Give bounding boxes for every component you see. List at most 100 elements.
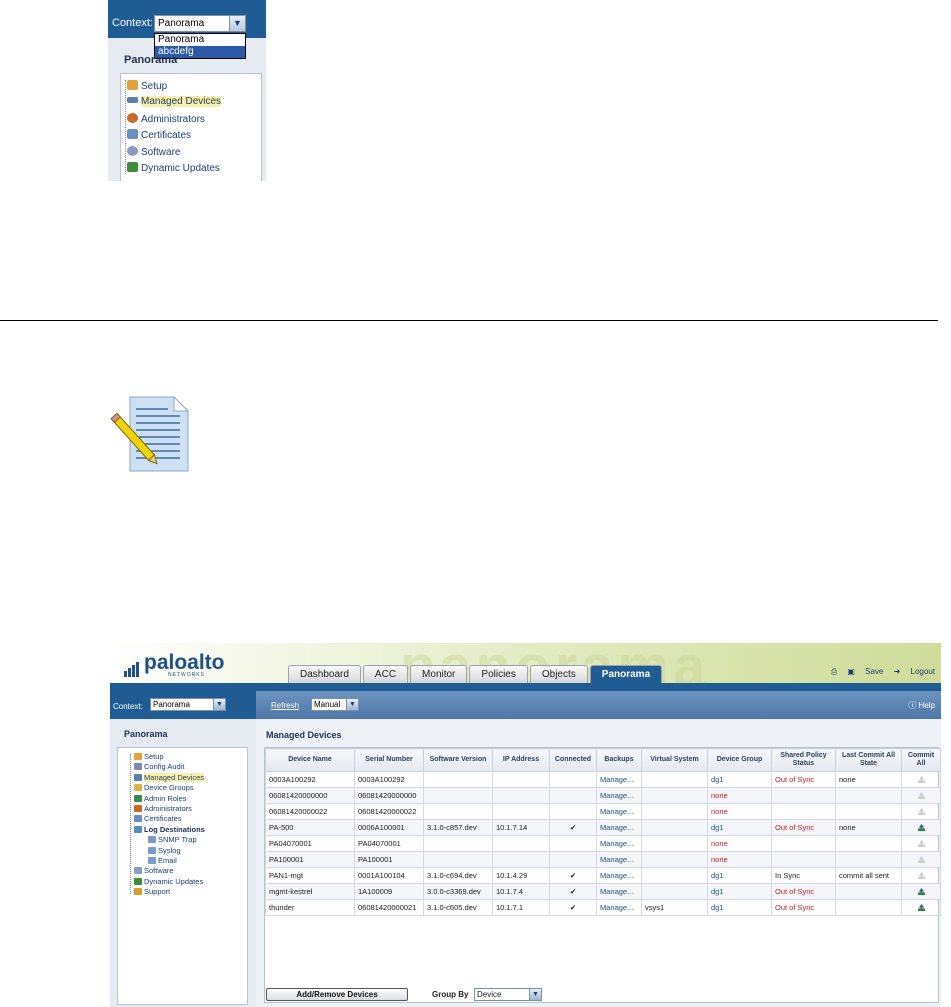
sidebar-item-setup[interactable]: Setup — [134, 752, 164, 761]
commit-all-icon[interactable] — [901, 899, 941, 916]
column-header[interactable]: Software Version — [423, 748, 493, 772]
commit-all-icon[interactable] — [901, 835, 941, 852]
table-cell[interactable]: none — [707, 851, 772, 868]
table-row[interactable]: 06081420000000 06081420000000 Manage... non… — [265, 787, 941, 804]
table-row[interactable]: PA100001 PA100001 Manage... none — [265, 851, 941, 868]
sidebar-item-software[interactable]: Software — [134, 866, 174, 875]
sidebar-item-admin-roles[interactable]: Admin Roles — [134, 794, 187, 803]
tab-acc[interactable]: ACC — [362, 665, 409, 683]
chevron-down-icon[interactable]: ▼ — [529, 989, 541, 1000]
table-row[interactable]: PA04070001 PA04070001 Manage... none — [265, 835, 941, 852]
dropdown-option[interactable]: Panorama — [155, 34, 245, 46]
refresh-mode-select[interactable]: Manual ▼ — [311, 698, 359, 711]
column-header[interactable]: Virtual System — [641, 748, 708, 772]
sidebar-item-managed-devices[interactable]: Managed Devices — [134, 772, 205, 782]
table-row[interactable]: 06081420000022 06081420000022 Manage... non… — [265, 803, 941, 820]
tab-objects[interactable]: Objects — [529, 665, 588, 683]
sidebar-item-config-audit[interactable]: Config Audit — [134, 762, 184, 771]
sidebar-item-log-destinations[interactable]: Log Destinations — [134, 825, 205, 834]
tab-panorama[interactable]: Panorama — [589, 665, 663, 683]
commit-all-icon[interactable] — [901, 787, 941, 804]
column-header[interactable]: Commit All — [901, 748, 941, 772]
table-cell[interactable]: dg1 — [707, 883, 772, 900]
sidebar-item-software[interactable]: Software — [127, 146, 180, 158]
commit-icon[interactable] — [917, 824, 926, 832]
commit-icon[interactable] — [917, 904, 926, 912]
sidebar-item-managed-devices[interactable]: Managed Devices — [127, 96, 222, 107]
table-cell — [835, 883, 902, 900]
column-header[interactable]: Last Commit All State — [835, 748, 902, 772]
print-icon[interactable]: ⎙ — [831, 667, 837, 676]
table-row[interactable]: 0003A100292 0003A100292 Manage... dg1 Out of… — [265, 771, 941, 788]
sidebar-item-dynamic-updates[interactable]: Dynamic Updates — [127, 162, 220, 174]
table-row[interactable]: thunder 06081420000021 3.1.0-c605.dev 10.1.… — [265, 899, 941, 916]
save-button[interactable]: ▣ Save — [847, 667, 883, 676]
column-header[interactable]: Shared Policy Status — [771, 748, 836, 772]
table-cell[interactable]: Manage... — [596, 835, 642, 852]
commit-icon[interactable] — [917, 888, 926, 896]
table-cell[interactable]: none — [707, 803, 772, 820]
table-cell[interactable]: dg1 — [707, 867, 772, 884]
column-header[interactable]: Connected — [549, 748, 597, 772]
commit-icon[interactable] — [917, 872, 926, 880]
commit-icon[interactable] — [917, 808, 926, 816]
table-cell[interactable]: Manage... — [596, 851, 642, 868]
column-header[interactable]: Device Group — [707, 748, 772, 772]
sidebar-item-snmp-trap[interactable]: SNMP Trap — [148, 835, 197, 844]
table-cell[interactable]: Manage... — [596, 803, 642, 820]
table-cell[interactable]: dg1 — [707, 771, 772, 788]
logout-button[interactable]: ➜ Logout — [894, 667, 935, 676]
group-by-select[interactable]: Device ▼ — [474, 988, 542, 1001]
tab-monitor[interactable]: Monitor — [410, 665, 468, 683]
commit-all-icon[interactable] — [901, 803, 941, 820]
table-cell[interactable]: Manage... — [596, 819, 642, 836]
table-row[interactable]: PA-500 0006A100001 3.1.0-c857.dev 10.1.7.14… — [265, 819, 941, 836]
table-cell[interactable]: dg1 — [707, 819, 772, 836]
commit-icon[interactable] — [917, 792, 926, 800]
chevron-down-icon[interactable]: ▼ — [213, 699, 225, 710]
context-select[interactable]: Panorama ▼ — [154, 15, 246, 32]
table-cell[interactable]: Manage... — [596, 899, 642, 916]
table-cell[interactable]: Manage... — [596, 787, 642, 804]
column-header[interactable]: Backups — [596, 748, 642, 772]
table-row[interactable]: PAN1-mgt 0001A100104 3.1.0-c694.dev 10.1.4.… — [265, 867, 941, 884]
main-tabs: Dashboard ACC Monitor Policies Objects Panora… — [288, 665, 664, 683]
table-row[interactable]: mgmt-kestrel 1A100009 3.0.0-c3369.dev 10.1.… — [265, 883, 941, 900]
table-cell[interactable]: dg1 — [707, 899, 772, 916]
chevron-down-icon[interactable]: ▼ — [346, 699, 358, 710]
sidebar-item-administrators[interactable]: Administrators — [134, 804, 192, 813]
help-button[interactable]: ⓘ Help — [908, 700, 935, 711]
logo-bars-icon — [124, 653, 140, 677]
commit-all-icon[interactable] — [901, 771, 941, 788]
column-header[interactable]: Serial Number — [354, 748, 424, 772]
sidebar-item-support[interactable]: Support — [134, 887, 170, 896]
table-cell[interactable]: Manage... — [596, 867, 642, 884]
table-cell[interactable]: Manage... — [596, 883, 642, 900]
add-remove-devices-button[interactable]: Add/Remove Devices — [266, 988, 408, 1001]
column-header[interactable]: IP Address — [492, 748, 550, 772]
chevron-down-icon[interactable]: ▼ — [229, 16, 245, 31]
commit-icon[interactable] — [917, 840, 926, 848]
commit-all-icon[interactable] — [901, 819, 941, 836]
table-cell[interactable]: none — [707, 835, 772, 852]
commit-icon[interactable] — [917, 776, 926, 784]
sidebar-item-setup[interactable]: Setup — [127, 80, 167, 92]
sidebar-item-certificates[interactable]: Certificates — [127, 129, 191, 141]
sidebar-item-dynamic-updates[interactable]: Dynamic Updates — [134, 877, 203, 886]
commit-all-icon[interactable] — [901, 851, 941, 868]
tab-dashboard[interactable]: Dashboard — [288, 665, 361, 683]
sidebar-item-device-groups[interactable]: Device Groups — [134, 783, 194, 792]
column-header[interactable]: Device Name — [265, 748, 355, 772]
table-cell[interactable]: Manage... — [596, 771, 642, 788]
tab-policies[interactable]: Policies — [469, 665, 528, 683]
sidebar-item-certificates[interactable]: Certificates — [134, 814, 182, 823]
context-select[interactable]: Panorama ▼ — [150, 698, 226, 711]
refresh-link[interactable]: Refresh — [271, 701, 299, 710]
commit-icon[interactable] — [917, 856, 926, 864]
sidebar-item-administrators[interactable]: Administrators — [127, 113, 205, 125]
commit-all-icon[interactable] — [901, 867, 941, 884]
sidebar-item-syslog[interactable]: Syslog — [148, 846, 181, 855]
table-cell[interactable]: none — [707, 787, 772, 804]
commit-all-icon[interactable] — [901, 883, 941, 900]
sidebar-item-email[interactable]: Email — [148, 856, 177, 865]
